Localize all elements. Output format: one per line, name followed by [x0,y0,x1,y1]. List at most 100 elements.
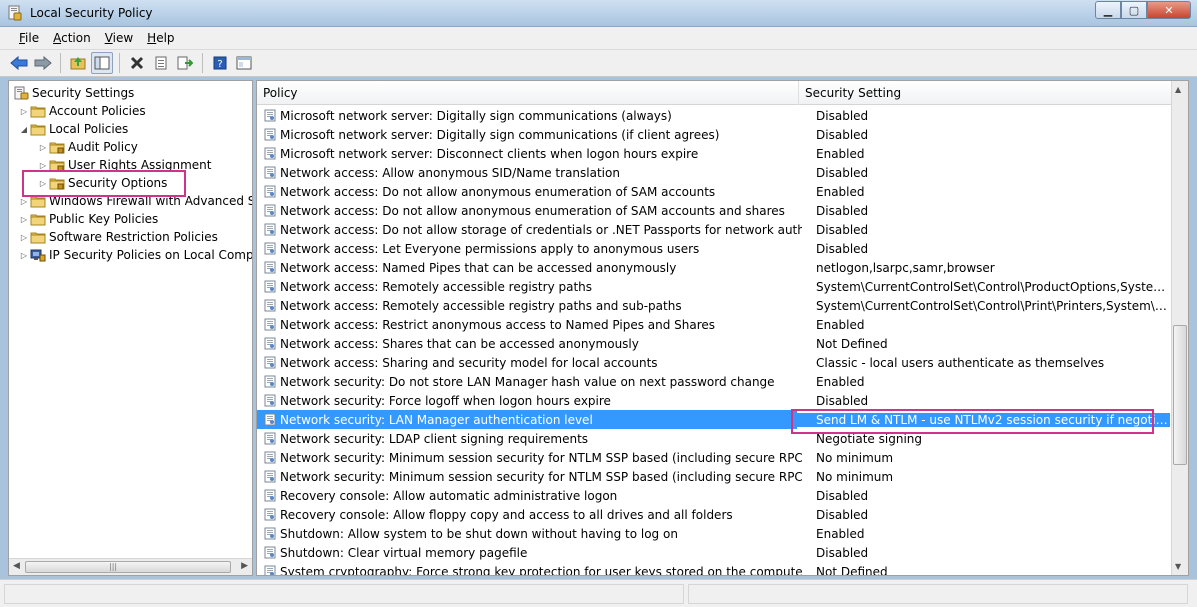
forward-arrow-icon[interactable] [32,52,54,74]
policy-row[interactable]: Network access: Shares that can be acces… [257,334,1170,353]
scroll-right-icon[interactable]: ▶ [241,561,248,571]
back-arrow-icon[interactable] [8,52,30,74]
column-header-setting[interactable]: Security Setting [799,81,1175,105]
console-tree-pane[interactable]: Security Settings ▷ Account Policies ◢ Local… [8,80,253,576]
snap-in-view-icon[interactable] [233,52,255,74]
policy-row[interactable]: Network access: Do not allow storage of … [257,220,1170,239]
policy-row[interactable]: Network access: Do not allow anonymous e… [257,201,1170,220]
sort-ascending-icon: ⌃ [525,80,533,88]
menu-action[interactable]: Action [46,29,98,47]
collapsed-arrow-icon[interactable]: ▷ [37,143,49,152]
title-bar[interactable]: Local Security Policy ▁ ▢ ✕ [0,0,1197,27]
collapsed-arrow-icon[interactable]: ▷ [18,233,30,242]
policy-name: Shutdown: Clear virtual memory pagefile [280,545,528,560]
policy-row[interactable]: Network access: Remotely accessible regi… [257,277,1170,296]
policy-icon [264,318,276,331]
tree-item-software-restriction-policies[interactable]: ▷ Software Restriction Policies [18,228,218,246]
tree-item-public-key-policies[interactable]: ▷ Public Key Policies [18,210,158,228]
policy-row[interactable]: Network access: Remotely accessible regi… [257,296,1170,315]
tree-item-label: Software Restriction Policies [49,230,218,244]
menu-view[interactable]: View [98,29,140,47]
vertical-scrollbar[interactable]: ▲ ▼ [1171,81,1188,575]
up-folder-icon[interactable] [67,52,89,74]
security-setting-value: Disabled [816,393,869,408]
minimize-button[interactable]: ▁ [1095,1,1121,19]
policy-row[interactable]: Microsoft network server: Disconnect cli… [257,144,1170,163]
security-setting-value: Disabled [816,108,869,123]
maximize-button[interactable]: ▢ [1121,1,1147,19]
policy-row[interactable]: Microsoft network server: Digitally sign… [257,125,1170,144]
policy-name: Network access: Sharing and security mod… [280,355,658,370]
policy-row[interactable]: Network security: Force logoff when logo… [257,391,1170,410]
show-hide-tree-icon[interactable] [91,52,113,74]
policy-row[interactable]: Shutdown: Clear virtual memory pagefile D… [257,543,1170,562]
menu-help[interactable]: Help [140,29,181,47]
tree-item-ip-security-policies-on-local-compute[interactable]: ▷ IP Security Policies on Local Compute [18,246,252,264]
tree-item-security-settings[interactable]: Security Settings [13,84,134,102]
policy-icon [264,527,276,540]
policy-icon [264,147,276,160]
policy-row[interactable]: Network access: Restrict anonymous acces… [257,315,1170,334]
policy-icon [264,546,276,559]
policy-list-pane[interactable]: Policy ⌃ Security Setting Microsoft netw… [256,80,1189,576]
security-setting-value: Enabled [816,317,865,332]
horizontal-scrollbar[interactable]: ◀ ||| ▶ [9,558,252,575]
folder-icon [30,122,46,136]
policy-name: Recovery console: Allow floppy copy and … [280,507,733,522]
menu-accelerator: H [147,31,157,45]
policy-row[interactable]: Network access: Allow anonymous SID/Name… [257,163,1170,182]
list-header: Policy ⌃ Security Setting [257,81,1188,105]
horizontal-scroll-thumb[interactable] [25,561,231,573]
vertical-scroll-thumb[interactable] [1173,325,1187,465]
collapsed-arrow-icon[interactable]: ▷ [18,107,30,116]
folder-icon [30,104,46,118]
policy-row[interactable]: Network access: Named Pipes that can be … [257,258,1170,277]
help-icon[interactable]: ? [209,52,231,74]
policy-row[interactable]: Network access: Do not allow anonymous e… [257,182,1170,201]
export-list-icon[interactable] [174,52,196,74]
policy-icon [264,356,276,369]
policy-icon [264,223,276,236]
close-button[interactable]: ✕ [1147,1,1191,19]
policy-row[interactable]: Network security: Minimum session securi… [257,448,1170,467]
tree-item-local-policies[interactable]: ◢ Local Policies [18,120,128,138]
policy-name: Shutdown: Allow system to be shut down w… [280,526,678,541]
policy-name: Microsoft network server: Digitally sign… [280,108,672,123]
policy-row[interactable]: Network security: Do not store LAN Manag… [257,372,1170,391]
collapsed-arrow-icon[interactable]: ▷ [37,161,49,170]
delete-icon[interactable] [126,52,148,74]
policy-icon [264,413,276,426]
policy-name: Network access: Remotely accessible regi… [280,298,682,313]
collapsed-arrow-icon[interactable]: ▷ [18,251,30,260]
collapsed-arrow-icon[interactable]: ▷ [18,197,30,206]
scroll-down-icon[interactable]: ▼ [1175,562,1181,571]
tree-item-audit-policy[interactable]: ▷ Audit Policy [37,138,138,156]
policy-row[interactable]: Network access: Let Everyone permissions… [257,239,1170,258]
policy-row[interactable]: System cryptography: Force strong key pr… [257,562,1170,576]
policy-row[interactable]: Recovery console: Allow automatic admini… [257,486,1170,505]
tree-item-account-policies[interactable]: ▷ Account Policies [18,102,146,120]
policy-name: Network security: Force logoff when logo… [280,393,611,408]
security-setting-value: Enabled [816,146,865,161]
scroll-left-icon[interactable]: ◀ [13,561,20,571]
policy-row[interactable]: Microsoft network server: Digitally sign… [257,106,1170,125]
properties-icon[interactable] [150,52,172,74]
expanded-arrow-icon[interactable]: ◢ [18,125,30,134]
policy-name: System cryptography: Force strong key pr… [280,564,803,576]
security-setting-value: Enabled [816,374,865,389]
policy-row[interactable]: Recovery console: Allow floppy copy and … [257,505,1170,524]
policy-name: Recovery console: Allow automatic admini… [280,488,618,503]
policy-row[interactable]: Shutdown: Allow system to be shut down w… [257,524,1170,543]
scroll-up-icon[interactable]: ▲ [1175,85,1181,94]
menu-file[interactable]: File [12,29,46,47]
security-setting-value: Disabled [816,203,869,218]
policy-icon [264,432,276,445]
collapsed-arrow-icon[interactable]: ▷ [18,215,30,224]
security-setting-value: Disabled [816,222,869,237]
policy-icon [264,128,276,141]
policy-icon [264,565,276,575]
policy-row[interactable]: Network access: Sharing and security mod… [257,353,1170,372]
annotation-highlight-box [791,409,1154,434]
security-setting-value: Disabled [816,127,869,142]
policy-row[interactable]: Network security: Minimum session securi… [257,467,1170,486]
